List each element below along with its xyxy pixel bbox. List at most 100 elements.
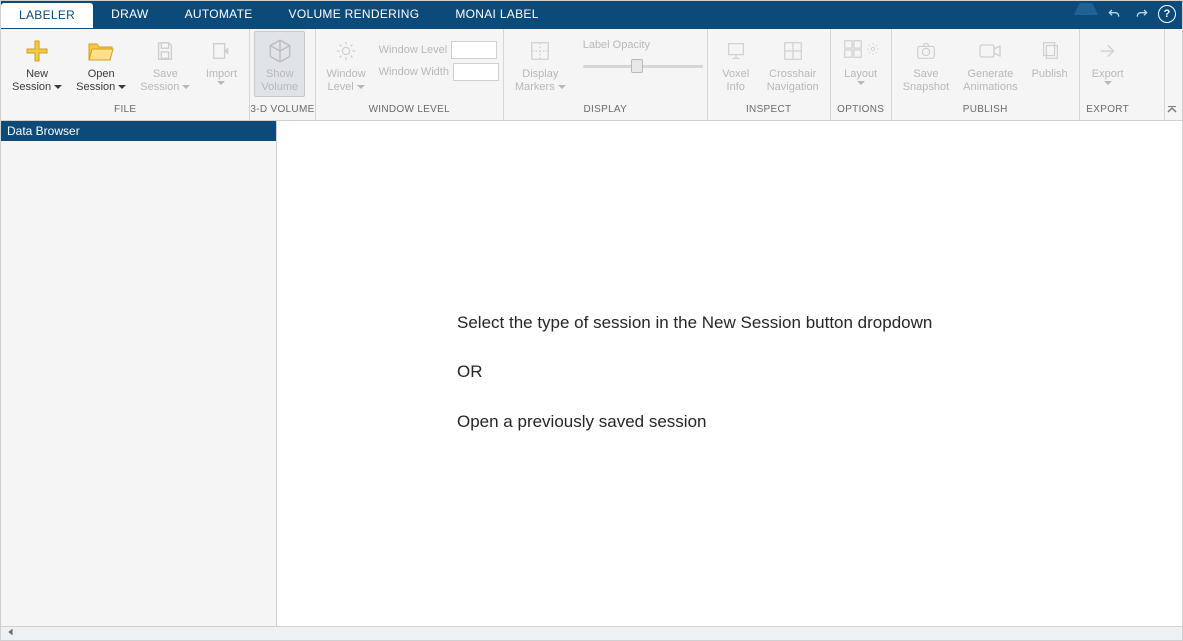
msg-line-3: Open a previously saved session xyxy=(457,410,932,434)
window-level-button: Window Level xyxy=(320,31,373,97)
skip-to-start-icon[interactable] xyxy=(5,624,15,641)
window-width-label: Window Width xyxy=(379,66,449,78)
save-session-button: Save Session xyxy=(133,31,197,97)
group-label: WINDOW LEVEL xyxy=(316,104,503,120)
label xyxy=(1048,81,1051,94)
publish-stack-icon xyxy=(1039,36,1061,66)
window-width-input xyxy=(453,63,499,81)
label: Export xyxy=(1092,68,1124,81)
label: Window xyxy=(327,68,366,81)
tab-automate[interactable]: AUTOMATE xyxy=(167,1,271,28)
plus-icon xyxy=(25,36,49,66)
display-markers-button: Display Markers xyxy=(508,31,573,97)
msg-line-2: OR xyxy=(457,360,932,384)
ribbon-group-options: Layout OPTIONS xyxy=(831,29,892,120)
chevron-down-icon xyxy=(217,81,225,85)
publish-button: Publish xyxy=(1025,31,1075,97)
ribbon: New Session Open Session Save Session xyxy=(1,29,1182,121)
chevron-down-icon xyxy=(357,85,365,89)
label: Voxel xyxy=(722,68,749,81)
label: Publish xyxy=(1032,68,1068,81)
data-browser-title: Data Browser xyxy=(1,121,276,141)
msg-line-1: Select the type of session in the New Se… xyxy=(457,311,932,335)
group-label: DISPLAY xyxy=(504,104,707,120)
import-button: Import xyxy=(197,31,245,88)
export-arrow-icon xyxy=(1097,36,1119,66)
markers-icon xyxy=(529,36,551,66)
window-level-input xyxy=(451,41,497,59)
chevron-down-icon xyxy=(1104,81,1112,85)
label: Volume xyxy=(261,81,298,94)
slider-thumb-icon xyxy=(631,59,643,73)
export-button: Export xyxy=(1084,31,1132,88)
folder-open-icon xyxy=(88,36,114,66)
brightness-icon xyxy=(335,36,357,66)
ribbon-group-file: New Session Open Session Save Session xyxy=(1,29,250,120)
collapse-ribbon-button[interactable] xyxy=(1164,102,1180,118)
label: Save xyxy=(153,68,178,81)
window-level-label: Window Level xyxy=(379,44,447,56)
save-icon xyxy=(154,36,176,66)
label: Markers xyxy=(515,81,555,94)
label: Navigation xyxy=(767,81,819,94)
ribbon-group-inspect: Voxel Info Crosshair Navigation INSPECT xyxy=(708,29,831,120)
label: Session xyxy=(140,81,179,94)
label: Show xyxy=(266,68,294,81)
group-label: FILE xyxy=(1,104,249,120)
crosshair-navigation-button: Crosshair Navigation xyxy=(760,31,826,97)
undo-button[interactable] xyxy=(1102,3,1126,25)
tab-labeler[interactable]: LABELER xyxy=(1,3,93,28)
label: Layout xyxy=(844,68,877,81)
tab-volume-rendering[interactable]: VOLUME RENDERING xyxy=(271,1,438,28)
label: Save xyxy=(913,68,938,81)
import-icon xyxy=(210,36,232,66)
chevron-down-icon xyxy=(182,85,190,89)
open-session-button[interactable]: Open Session xyxy=(69,31,133,97)
label: Session xyxy=(12,81,51,94)
status-bar xyxy=(1,626,1182,640)
window-level-fields: Window Level Window Width xyxy=(379,31,499,81)
app-window: LABELER DRAW AUTOMATE VOLUME RENDERING M… xyxy=(0,0,1183,641)
layout-button: Layout xyxy=(835,31,887,88)
data-browser-panel: Data Browser xyxy=(1,121,277,626)
ribbon-group-publish: Save Snapshot Generate Animations Publis… xyxy=(892,29,1080,120)
ribbon-group-display: Display Markers Label Opacity DISPLAY xyxy=(504,29,708,120)
layout-grid-icon xyxy=(842,38,864,64)
generate-animations-button: Generate Animations xyxy=(956,31,1024,97)
label: New xyxy=(26,68,48,81)
canvas-message: Select the type of session in the New Se… xyxy=(457,311,932,460)
tab-monai-label[interactable]: MONAI LABEL xyxy=(437,1,556,28)
new-session-button[interactable]: New Session xyxy=(5,31,69,97)
redo-button[interactable] xyxy=(1130,3,1154,25)
voxel-info-icon xyxy=(725,36,747,66)
titlebar-right: ? xyxy=(1074,1,1182,28)
group-label: EXPORT xyxy=(1080,104,1136,120)
label: Session xyxy=(76,81,115,94)
label: Animations xyxy=(963,81,1017,94)
help-button[interactable]: ? xyxy=(1158,5,1176,23)
label: Open xyxy=(88,68,115,81)
show-volume-button: Show Volume xyxy=(254,31,305,97)
data-browser-body xyxy=(1,141,276,626)
canvas: Select the type of session in the New Se… xyxy=(277,121,1182,626)
gear-icon xyxy=(866,42,880,60)
label: Display xyxy=(522,68,558,81)
label-opacity-control: Label Opacity xyxy=(583,31,703,73)
label: Crosshair xyxy=(769,68,816,81)
voxel-info-button: Voxel Info xyxy=(712,31,760,97)
chevron-down-icon xyxy=(558,85,566,89)
chevron-down-icon xyxy=(54,85,62,89)
group-label: PUBLISH xyxy=(892,104,1079,120)
group-label: OPTIONS xyxy=(831,104,891,120)
tab-draw[interactable]: DRAW xyxy=(93,1,166,28)
ribbon-group-3d-volume: Show Volume 3-D VOLUME xyxy=(250,29,315,120)
label: Snapshot xyxy=(903,81,949,94)
video-camera-icon xyxy=(978,36,1002,66)
tab-bar: LABELER DRAW AUTOMATE VOLUME RENDERING M… xyxy=(1,1,1182,29)
titlebar-tab-shape-icon xyxy=(1074,2,1098,26)
ribbon-group-export: Export EXPORT xyxy=(1080,29,1136,120)
label-opacity-slider xyxy=(583,59,703,73)
ribbon-group-window-level: Window Level Window Level Window Width W… xyxy=(316,29,504,120)
camera-icon xyxy=(915,36,937,66)
crosshair-icon xyxy=(782,36,804,66)
